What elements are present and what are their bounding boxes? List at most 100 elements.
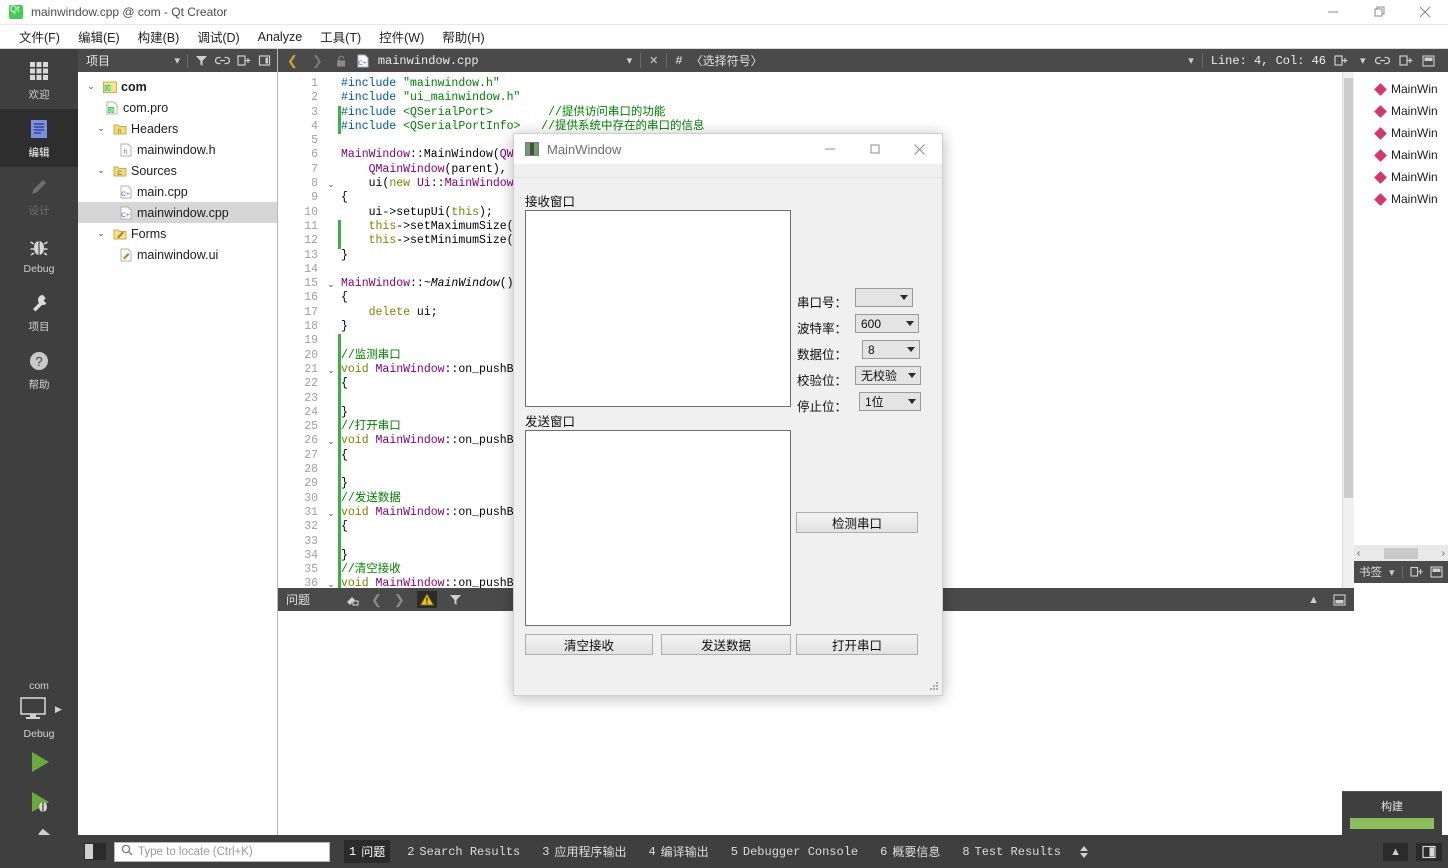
dialog-minimize-button[interactable] (807, 134, 852, 165)
close-panel-icon[interactable] (1429, 566, 1443, 578)
menu-help[interactable]: 帮助(H) (433, 24, 493, 49)
fold-marker[interactable]: ⌄ (324, 434, 338, 448)
fold-marker[interactable] (324, 134, 338, 148)
debug-button[interactable] (0, 782, 78, 822)
tree-twisty-icon[interactable]: ⌄ (94, 165, 108, 176)
fold-marker[interactable] (324, 163, 338, 177)
chevron-down-icon[interactable]: ▾ (174, 54, 180, 67)
tree-twisty-icon[interactable]: ⌄ (94, 228, 108, 239)
filter-icon[interactable] (195, 54, 208, 67)
fold-marker[interactable] (324, 206, 338, 220)
mode-debug[interactable]: Debug (0, 225, 78, 283)
output-button-search-results[interactable]: 2 Search Results (402, 842, 525, 862)
resize-grip[interactable] (929, 682, 939, 692)
dialog-maximize-button[interactable] (852, 134, 897, 165)
mode-help[interactable]: ? 帮助 (0, 341, 78, 399)
sidebar-toggle-icon[interactable] (1416, 842, 1442, 861)
kit-selector-button[interactable]: ▶ (0, 694, 78, 724)
data-bits-combo[interactable]: 8 (862, 340, 920, 359)
tree-item-sources[interactable]: ⌄ C Sources (78, 160, 277, 181)
chevron-down-icon[interactable]: ▾ (1389, 566, 1395, 579)
menu-edit[interactable]: 编辑(E) (69, 24, 129, 49)
fold-marker[interactable] (324, 306, 338, 320)
run-button[interactable] (0, 742, 78, 782)
fold-marker[interactable] (324, 263, 338, 277)
clear-icon[interactable] (344, 593, 359, 607)
stop-bits-combo[interactable]: 1位 (859, 392, 921, 411)
outline-horizontal-scrollbar[interactable]: ‹ › (1354, 545, 1448, 561)
chevron-right-icon[interactable]: ❯ (309, 53, 326, 69)
mode-projects[interactable]: 项目 (0, 283, 78, 341)
outline-item[interactable]: MainWin (1354, 122, 1448, 144)
fold-marker[interactable] (324, 191, 338, 205)
outline-item[interactable]: MainWin (1354, 144, 1448, 166)
fold-marker[interactable] (324, 106, 338, 120)
fold-marker[interactable] (324, 492, 338, 506)
split-icon[interactable] (1334, 54, 1348, 67)
menu-analyze[interactable]: Analyze (249, 27, 311, 47)
symbol-selector[interactable]: 〈选择符号〉 (691, 52, 763, 69)
baud-rate-combo[interactable]: 600 (855, 314, 919, 333)
detect-port-button[interactable]: 检测串口 (796, 512, 918, 533)
output-button-debugger-console[interactable]: 5 Debugger Console (726, 842, 863, 862)
tree-item-forms[interactable]: ⌄ Forms (78, 223, 277, 244)
sidebar-toggle-icon[interactable] (84, 843, 106, 860)
split-icon[interactable] (1398, 54, 1413, 67)
close-panel-icon[interactable] (1421, 54, 1435, 67)
window-minimize-button[interactable] (1310, 0, 1356, 25)
output-button-issues[interactable]: 1 问题 (344, 840, 391, 863)
tree-item-mainwindow-cpp[interactable]: C+ mainwindow.cpp (78, 202, 277, 223)
outline-item[interactable]: MainWin (1354, 78, 1448, 100)
split-icon[interactable] (1409, 566, 1423, 578)
symbol-chevron-down-icon[interactable]: ▾ (1188, 54, 1194, 67)
window-maximize-button[interactable] (1356, 0, 1402, 25)
fold-marker[interactable] (324, 520, 338, 534)
fold-marker[interactable]: ⌄ (324, 506, 338, 520)
fold-marker[interactable] (324, 563, 338, 577)
fold-marker[interactable] (324, 120, 338, 134)
outline-item[interactable]: MainWin (1354, 188, 1448, 210)
fold-marker[interactable] (324, 449, 338, 463)
fold-marker[interactable] (324, 420, 338, 434)
window-close-button[interactable] (1402, 0, 1448, 25)
scroll-left-icon[interactable]: ‹ (1354, 548, 1360, 559)
tree-item-com[interactable]: ⌄ Qt com (78, 76, 277, 97)
filter-icon[interactable] (449, 593, 462, 606)
close-panel-icon[interactable] (258, 54, 271, 67)
tree-item-com-pro[interactable]: Qt com.pro (78, 97, 277, 118)
fold-marker[interactable] (324, 406, 338, 420)
fold-marker[interactable] (324, 91, 338, 105)
output-button-application-output[interactable]: 3 应用程序输出 (537, 840, 631, 863)
outline-item[interactable]: MainWin (1354, 166, 1448, 188)
clear-receive-button[interactable]: 清空接收 (525, 634, 653, 655)
tree-item-main-cpp[interactable]: C+ main.cpp (78, 181, 277, 202)
scrollbar-thumb[interactable] (1344, 78, 1353, 498)
menu-tools[interactable]: 工具(T) (311, 24, 370, 49)
mode-design[interactable]: 设计 (0, 167, 78, 225)
parity-combo[interactable]: 无校验 (855, 366, 921, 385)
tree-item-mainwindow-h[interactable]: h mainwindow.h (78, 139, 277, 160)
tree-item-headers[interactable]: ⌄ h Headers (78, 118, 277, 139)
tree-item-mainwindow-ui[interactable]: mainwindow.ui (78, 244, 277, 265)
warning-filter-icon[interactable] (416, 591, 437, 608)
link-icon[interactable] (215, 54, 230, 67)
send-textarea[interactable] (525, 430, 791, 626)
menu-build[interactable]: 构建(B) (129, 24, 189, 49)
split-icon[interactable] (237, 54, 251, 67)
chevron-down-icon[interactable]: ▾ (1360, 54, 1366, 67)
fold-marker[interactable]: ⌄ (324, 177, 338, 191)
collapse-icon[interactable]: ▲ (1383, 842, 1408, 861)
mode-edit[interactable]: 编辑 (0, 109, 78, 167)
dialog-close-button[interactable] (897, 134, 942, 165)
fold-marker[interactable]: ⌄ (324, 277, 338, 291)
menu-debug[interactable]: 调试(D) (188, 24, 248, 49)
receive-textarea[interactable] (525, 210, 791, 407)
fold-marker[interactable] (324, 291, 338, 305)
menu-widgets[interactable]: 控件(W) (370, 24, 433, 49)
fold-marker[interactable]: ⌄ (324, 363, 338, 377)
port-number-combo[interactable] (855, 288, 913, 307)
menu-file[interactable]: 文件(F) (10, 24, 69, 49)
fold-marker[interactable] (324, 148, 338, 162)
scroll-right-icon[interactable]: › (1442, 548, 1448, 559)
output-button-general-messages[interactable]: 6 概要信息 (875, 840, 945, 863)
